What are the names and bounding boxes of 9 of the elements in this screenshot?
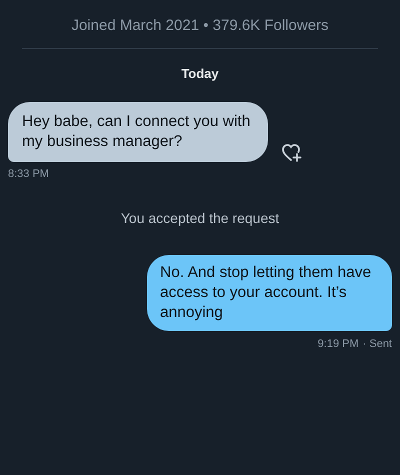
profile-info: Joined March 2021 • 379.6K Followers [71,16,329,36]
message-time: 9:19 PM [318,337,359,352]
message-bubble: No. And stop letting them have access to your account. It’s annoying [147,255,392,331]
message-status: · Sent [362,337,392,352]
date-divider: Today [181,65,219,83]
system-notice: You accepted the request [120,209,280,228]
message-bubble: Hey babe, can I connect you with my business manager? [8,102,268,162]
message-time: 8:33 PM [8,166,49,182]
heart-plus-icon[interactable] [282,144,302,162]
